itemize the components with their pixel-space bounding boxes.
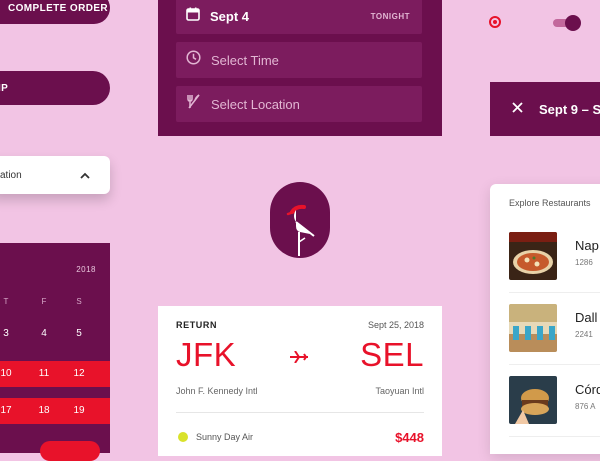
- origin-airport-name: John F. Kennedy Intl: [176, 386, 258, 396]
- airplane-icon: [290, 350, 308, 368]
- destination-code: SEL: [360, 336, 424, 373]
- crane-bird-logo: [270, 182, 330, 258]
- clock-icon: [186, 50, 201, 70]
- chevron-up-icon: [80, 172, 90, 179]
- close-icon[interactable]: [512, 100, 523, 118]
- calendar-day[interactable]: 19: [65, 405, 93, 416]
- calendar-day[interactable]: 5: [65, 328, 93, 339]
- selected-dates-bar: Sept 9 – S: [490, 82, 600, 136]
- divider: [509, 436, 600, 437]
- secondary-pill-label: IP: [0, 82, 9, 94]
- calendar-day[interactable]: 12: [65, 368, 93, 379]
- restaurant-address: 2241: [575, 330, 593, 339]
- restaurant-item[interactable]: Nap 1286: [509, 232, 600, 290]
- calendar-icon: [186, 7, 200, 26]
- origin-code: JFK: [176, 336, 237, 373]
- complete-order-label: COMPLETE ORDER: [8, 2, 109, 14]
- calendar-day[interactable]: 11: [30, 368, 58, 379]
- radio-button[interactable]: [489, 16, 501, 28]
- restaurant-item[interactable]: Córd 876 A: [509, 376, 600, 434]
- date-field[interactable]: Sept 4 TONIGHT: [176, 0, 422, 34]
- flight-price: $448: [395, 430, 424, 445]
- restaurants-title: Explore Restaurants: [509, 198, 591, 208]
- calendar-day[interactable]: 3: [0, 328, 20, 339]
- calendar-day[interactable]: 10: [0, 368, 20, 379]
- restaurant-name: Nap: [575, 238, 599, 253]
- restaurant-address: 1286: [575, 258, 593, 267]
- calendar-day[interactable]: 18: [30, 405, 58, 416]
- booking-panel: Sept 4 TONIGHT Select Time Select Locati…: [158, 0, 442, 136]
- calendar-year: 2018: [76, 265, 96, 274]
- date-value: Sept 4: [210, 8, 250, 24]
- restaurant-name: Dall: [575, 310, 598, 325]
- selected-day-pill: [40, 441, 100, 461]
- calendar-day[interactable]: 17: [0, 405, 20, 416]
- divider: [509, 364, 600, 365]
- restaurant-name: Córd: [575, 382, 600, 397]
- restaurant-thumbnail: [509, 232, 557, 280]
- time-placeholder: Select Time: [211, 52, 279, 68]
- secondary-pill-button[interactable]: IP: [0, 71, 110, 105]
- flight-direction: RETURN: [176, 320, 218, 330]
- weekday-header: F: [41, 297, 47, 306]
- location-field[interactable]: Select Location: [176, 86, 422, 122]
- divider: [509, 292, 600, 293]
- restaurants-panel: Explore Restaurants Nap 1286 Dall 2241 C…: [490, 184, 600, 454]
- weekday-header: S: [76, 297, 82, 306]
- calendar: 2018 T F S 3 4 5 10 11 12 17 18 19: [0, 243, 110, 461]
- weekday-header: T: [3, 297, 9, 306]
- destination-airport-name: Taoyuan Intl: [375, 386, 424, 396]
- flight-date: Sept 25, 2018: [367, 320, 424, 330]
- location-dropdown[interactable]: ation: [0, 156, 110, 194]
- restaurant-thumbnail: [509, 376, 557, 424]
- airline-logo-icon: [178, 432, 188, 442]
- complete-order-button[interactable]: COMPLETE ORDER: [0, 0, 110, 24]
- location-placeholder: Select Location: [211, 96, 300, 112]
- selected-dates-label: Sept 9 – S: [539, 101, 600, 117]
- flight-card[interactable]: RETURN Sept 25, 2018 JFK SEL John F. Ken…: [158, 306, 442, 456]
- divider: [176, 412, 424, 413]
- airline-name: Sunny Day Air: [196, 432, 254, 442]
- utensils-icon: [186, 94, 201, 114]
- restaurant-address: 876 A: [575, 402, 596, 411]
- time-field[interactable]: Select Time: [176, 42, 422, 78]
- tonight-badge: TONIGHT: [370, 11, 410, 21]
- toggle-switch-knob[interactable]: [565, 15, 581, 31]
- dropdown-label: ation: [0, 169, 22, 181]
- restaurant-item[interactable]: Dall 2241: [509, 304, 600, 362]
- restaurant-thumbnail: [509, 304, 557, 352]
- calendar-day[interactable]: 4: [30, 328, 58, 339]
